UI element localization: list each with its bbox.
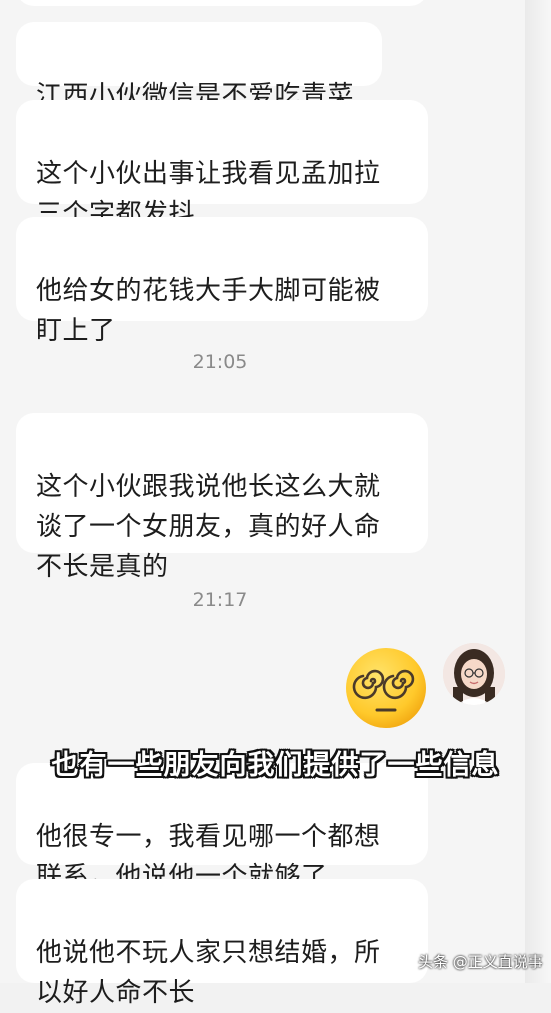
message-text: 他说他不玩人家只想结婚，所 以好人命不长	[36, 938, 381, 1008]
message-bubble[interactable]: 他给女的花钱大手大脚可能被 盯上了	[16, 217, 428, 346]
timestamp: 21:05	[192, 351, 248, 373]
timestamp: 21:17	[192, 589, 248, 611]
watermark: 头条 @正义直说事	[418, 953, 543, 971]
screen-edge	[525, 0, 551, 983]
dizzy-face-emoji-icon[interactable]	[344, 646, 428, 730]
message-bubble[interactable]: 江西小伙微信是不爱吃青菜	[16, 22, 382, 111]
message-bubble-partial[interactable]	[16, 0, 428, 6]
message-bubble[interactable]: 这个小伙跟我说他长这么大就 谈了一个女朋友，真的好人命 不长是真的	[16, 413, 428, 582]
message-bubble[interactable]: 这个小伙出事让我看见孟加拉 三个字都发抖	[16, 100, 428, 229]
avatar[interactable]	[443, 643, 505, 705]
video-subtitle: 也有一些朋友向我们提供了一些信息	[51, 750, 500, 781]
message-bubble[interactable]: 他说他不玩人家只想结婚，所 以好人命不长	[16, 879, 428, 1008]
